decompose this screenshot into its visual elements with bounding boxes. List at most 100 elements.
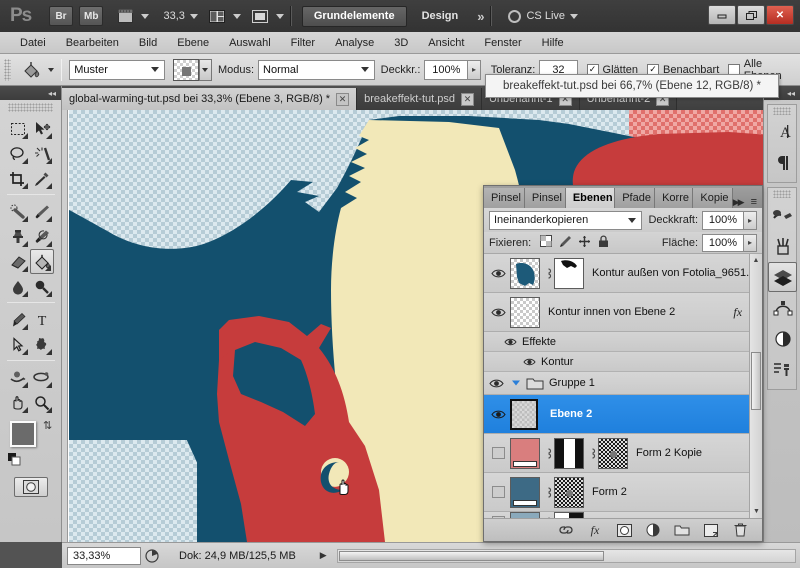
layer-mask-thumbnail[interactable] — [554, 511, 584, 518]
status-menu-icon[interactable]: ▶ — [320, 550, 327, 561]
layer-vector-mask-thumbnail[interactable] — [554, 476, 584, 508]
new-layer-button[interactable] — [703, 522, 719, 538]
brush-tool[interactable] — [30, 199, 54, 224]
cs-live-chevron-down-icon[interactable] — [570, 13, 579, 19]
lock-all-icon[interactable] — [597, 234, 610, 251]
layer-name[interactable]: Form 2 — [592, 486, 627, 498]
toolbox-gripper[interactable] — [8, 103, 53, 112]
pen-tool[interactable] — [6, 307, 30, 332]
tab-pfade[interactable]: Pfade — [615, 188, 656, 208]
zoom-tool[interactable] — [30, 390, 54, 415]
layer-opacity-slider-icon[interactable]: ▸ — [744, 210, 757, 230]
dock-group-gripper[interactable] — [773, 107, 791, 115]
layer-effects-group-row[interactable]: Effekte — [484, 332, 762, 352]
lock-transparency-icon[interactable] — [540, 234, 553, 251]
new-group-button[interactable] — [674, 522, 690, 538]
layer-name[interactable]: Kontur außen von Fotolia_9651... — [592, 267, 755, 279]
menu-analyse[interactable]: Analyse — [325, 33, 384, 53]
marquee-tool[interactable] — [6, 116, 30, 141]
layer-visibility-toggle[interactable] — [486, 473, 510, 511]
mask-link-icon[interactable] — [542, 516, 554, 518]
paragraph-panel-icon[interactable] — [768, 148, 797, 178]
mini-bridge-button[interactable]: Mb — [79, 6, 104, 26]
screen-mode-chevron-down-icon[interactable] — [275, 13, 284, 19]
layer-mask-button[interactable] — [616, 522, 632, 538]
lock-position-icon[interactable] — [578, 235, 591, 251]
adjustment-layer-button[interactable] — [645, 522, 661, 538]
crop-tool[interactable] — [6, 166, 30, 191]
menu-bild[interactable]: Bild — [129, 33, 167, 53]
layer-mask-thumbnail[interactable] — [554, 257, 584, 289]
color-panel-icon[interactable] — [768, 200, 797, 230]
layer-thumbnail[interactable] — [510, 476, 540, 508]
custom-shape-tool[interactable] — [30, 332, 54, 357]
toolbox-collapse-button[interactable]: ◂◂ — [0, 86, 61, 100]
tab-kopierquelle[interactable]: Kopie — [693, 188, 733, 208]
swatches-panel-icon[interactable] — [768, 231, 797, 261]
layer-thumbnail[interactable] — [510, 257, 540, 289]
magic-wand-tool[interactable] — [30, 141, 54, 166]
layer-thumbnail[interactable] — [510, 511, 540, 518]
tab-pinsel-2[interactable]: Pinsel — [524, 188, 566, 208]
layer-thumbnail[interactable] — [510, 398, 538, 430]
eraser-tool[interactable] — [6, 249, 30, 274]
layer-mask-thumbnail[interactable] — [554, 437, 584, 469]
group-name[interactable]: Gruppe 1 — [549, 377, 595, 389]
layers-list-scrollbar[interactable]: ▲ ▼ — [749, 254, 762, 518]
layers-scroll-up-icon[interactable]: ▲ — [750, 254, 762, 267]
cs-live-button[interactable]: CS Live — [508, 9, 579, 23]
layer-row-form-2-kopie[interactable]: Form 2 Kopie — [484, 434, 762, 473]
clone-stamp-tool[interactable] — [6, 224, 30, 249]
hand-tool[interactable] — [6, 390, 30, 415]
layer-opacity-input[interactable]: 100% — [702, 210, 744, 230]
tab-pinsel-1[interactable]: Pinsel — [484, 188, 525, 208]
lasso-tool[interactable] — [6, 141, 30, 166]
vector-mask-link-icon[interactable] — [586, 447, 598, 460]
layer-visibility-toggle[interactable] — [486, 293, 510, 331]
healing-brush-tool[interactable] — [6, 199, 30, 224]
menu-ebene[interactable]: Ebene — [167, 33, 219, 53]
layer-thumbnail[interactable] — [510, 437, 540, 469]
menu-ansicht[interactable]: Ansicht — [418, 33, 474, 53]
layer-row-form-2[interactable]: Form 2 — [484, 473, 762, 512]
collapse-panel-icon[interactable]: ▶▶ — [733, 197, 745, 208]
history-panel-icon[interactable] — [768, 355, 797, 385]
minimize-button[interactable] — [708, 5, 736, 25]
blur-tool[interactable] — [6, 274, 30, 299]
layers-scroll-thumb[interactable] — [751, 352, 761, 410]
layer-row-kontur-innen[interactable]: Kontur innen von Ebene 2 fx ▲ — [484, 293, 762, 332]
group-visibility-toggle[interactable] — [484, 372, 508, 394]
opacity-input[interactable]: 100% — [424, 59, 469, 80]
effects-visibility-toggle[interactable] — [498, 332, 522, 351]
layer-row-ebene-2[interactable]: Ebene 2 — [484, 395, 762, 434]
menu-datei[interactable]: Datei — [10, 33, 56, 53]
pattern-chevron-down-icon[interactable] — [198, 58, 212, 81]
foreground-color-swatch[interactable] — [10, 421, 36, 447]
layers-list[interactable]: Kontur außen von Fotolia_9651... Kontur … — [484, 254, 762, 518]
blend-mode-select[interactable]: Normal — [258, 59, 375, 80]
link-layers-button[interactable] — [558, 522, 574, 538]
layer-thumbnail[interactable] — [510, 296, 540, 328]
zoom-chevron-down-icon[interactable] — [189, 13, 198, 19]
layer-name[interactable]: Kontur innen von Ebene 2 — [548, 306, 675, 318]
vector-mask-link-icon[interactable] — [542, 486, 554, 499]
pattern-swatch[interactable] — [172, 58, 199, 81]
mask-link-icon[interactable] — [542, 447, 554, 460]
canvas-hscroll-thumb[interactable] — [338, 550, 604, 561]
swap-colors-icon[interactable]: ⇅ — [43, 419, 52, 432]
delete-layer-button[interactable] — [732, 522, 748, 538]
opacity-slider-chevron-icon[interactable]: ▸ — [468, 59, 481, 80]
pattern-picker[interactable] — [172, 58, 212, 81]
eyedropper-tool[interactable] — [30, 166, 54, 191]
layer-style-button[interactable]: fx — [587, 522, 603, 538]
document-sizes-icon[interactable] — [141, 548, 163, 563]
paint-bucket-tool-preset-icon[interactable] — [17, 58, 46, 82]
layer-row-partial[interactable] — [484, 511, 762, 518]
layers-scroll-down-icon[interactable]: ▼ — [750, 505, 762, 518]
tool-preset-chevron-down-icon[interactable] — [48, 67, 55, 72]
close-icon[interactable]: ✕ — [460, 92, 474, 106]
close-icon[interactable]: ✕ — [336, 92, 350, 106]
layer-visibility-toggle[interactable] — [486, 512, 510, 518]
mask-link-icon[interactable] — [542, 267, 554, 280]
menu-bearbeiten[interactable]: Bearbeiten — [56, 33, 129, 53]
